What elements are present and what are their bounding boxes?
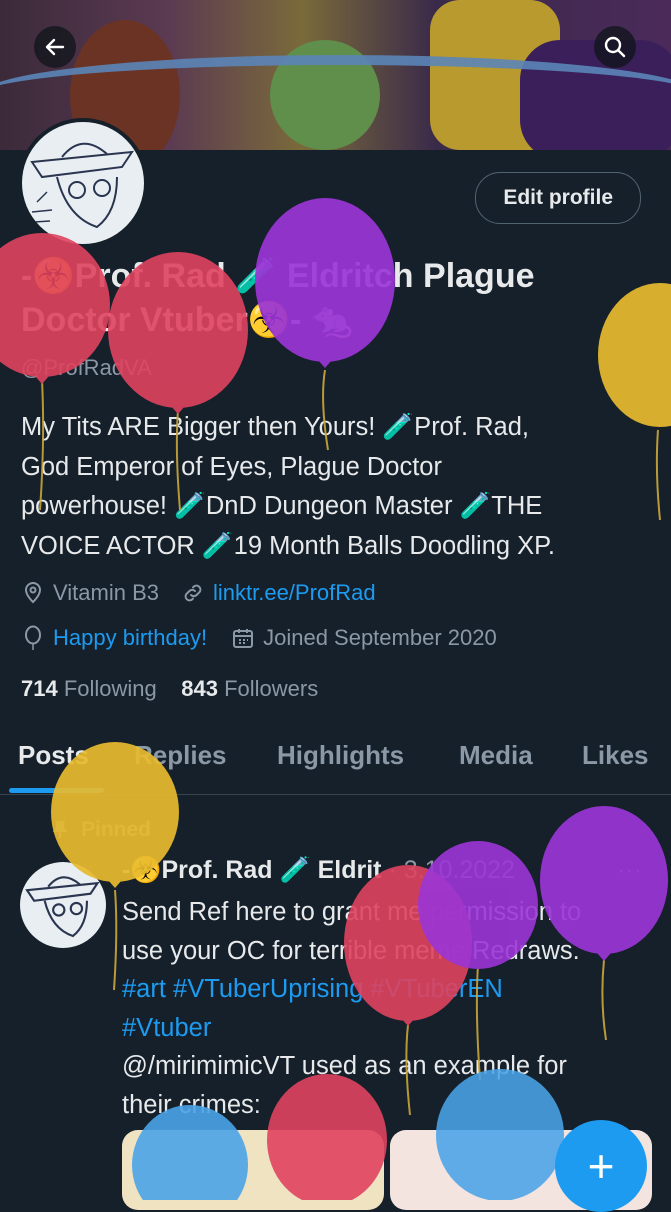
profile-tabs: Posts Replies Highlights Media Likes [0,728,671,795]
tab-likes[interactable]: Likes [582,740,649,771]
location-pin-icon [24,582,42,604]
pinned-label: Pinned [52,818,151,842]
pinned-text: Pinned [81,818,152,841]
user-handle: @ProfRadVA [21,355,152,380]
pin-icon [52,820,68,839]
post-media-image[interactable] [122,1130,384,1210]
edit-profile-button[interactable]: Edit profile [475,172,641,224]
arrow-left-icon [45,38,65,56]
display-name-line: -☣️Prof. Rad 🧪 Eldritch Plague [21,257,535,295]
joined-date: Joined September 2020 [263,625,497,650]
post-text-line: @/mirimimicVT used as an example for [122,1052,567,1080]
post-text-line: use your OC for terrible meme Redraws. [122,936,580,965]
post-author[interactable]: -☣️Prof. Rad 🧪 Eldrit [122,856,382,884]
display-name: -☣️Prof. Rad 🧪 Eldritch Plague Doctor Vt… [21,254,641,342]
post-avatar[interactable] [20,862,106,948]
post-hashtags[interactable]: #Vtuber [122,1009,652,1048]
following-link[interactable]: 714 Following [21,676,157,701]
followers-count: 843 [181,676,218,701]
balloon-icon [25,625,41,650]
active-tab-indicator [9,788,104,793]
profile-bio: My Tits ARE Bigger then Yours! 🧪Prof. Ra… [21,408,641,566]
tab-posts[interactable]: Posts [18,740,89,771]
bio-line: God Emperor of Eyes, Plague Doctor [21,452,442,481]
post-header: -☣️Prof. Rad 🧪 Eldrit · 3.10.2022 ··· [122,856,642,885]
tab-highlights[interactable]: Highlights [277,740,404,771]
bio-line: VOICE ACTOR 🧪19 Month Balls Doodling XP. [21,531,555,560]
plus-icon: + [587,1140,615,1192]
post-hashtags[interactable]: #art #VTuberUprising #VTuberEN [122,970,652,1009]
birthday-text[interactable]: Happy birthday! [53,625,207,651]
more-options-icon[interactable]: ··· [617,856,642,885]
calendar-icon [233,629,254,648]
display-name-line: Doctor Vtuber☣️- 🐀 [21,301,354,339]
profile-link[interactable]: linktr.ee/ProfRad [213,580,376,606]
location-text: Vitamin B3 [53,580,159,605]
profile-avatar[interactable] [18,118,148,248]
following-count: 714 [21,676,58,701]
post-text-line: their crimes: [122,1090,261,1119]
search-button[interactable] [594,26,636,68]
post-text-line: Send Ref here to grant me permission to [122,898,582,926]
follow-stats: 714 Following 843 Followers [21,676,318,702]
followers-label: Followers [224,676,319,701]
following-label: Following [63,676,157,701]
avatar-sketch [25,876,100,938]
post-date[interactable]: · 3.10.2022 [388,856,515,884]
back-button[interactable] [34,26,76,68]
bio-line: My Tits ARE Bigger then Yours! 🧪Prof. Ra… [21,413,529,441]
bio-line: powerhouse! 🧪DnD Dungeon Master 🧪THE [21,492,543,520]
search-icon [604,36,626,58]
post-body: Send Ref here to grant me permission to … [122,893,652,1124]
profile-meta-row: Happy birthday! Joined September 2020 [21,625,497,651]
tab-replies[interactable]: Replies [134,740,227,771]
avatar-sketch [30,142,135,229]
profile-meta-row: Vitamin B3 linktr.ee/ProfRad [21,580,376,606]
tab-media[interactable]: Media [459,740,533,771]
followers-link[interactable]: 843 Followers [181,676,318,701]
compose-post-button[interactable]: + [555,1120,647,1212]
link-icon [184,584,202,602]
